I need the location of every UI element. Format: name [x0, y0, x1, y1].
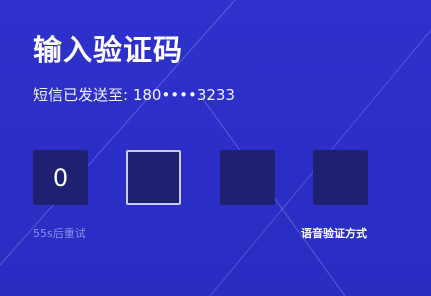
- phone-sent-notice: 短信已发送至: 180••••3233: [33, 86, 236, 104]
- code-input-row: 0: [33, 150, 369, 206]
- code-digit-box-2-active[interactable]: [126, 150, 181, 205]
- code-digit-box-3[interactable]: [220, 150, 275, 205]
- verification-screen: 输入验证码 短信已发送至: 180••••3233 0 55s后重试 语音验证方…: [0, 0, 431, 296]
- code-digit-box-1[interactable]: 0: [33, 150, 88, 205]
- page-title: 输入验证码: [33, 33, 184, 67]
- resend-countdown: 55s后重试: [33, 227, 86, 240]
- voice-verification-link[interactable]: 语音验证方式: [301, 228, 367, 239]
- code-digit-box-4[interactable]: [313, 150, 368, 205]
